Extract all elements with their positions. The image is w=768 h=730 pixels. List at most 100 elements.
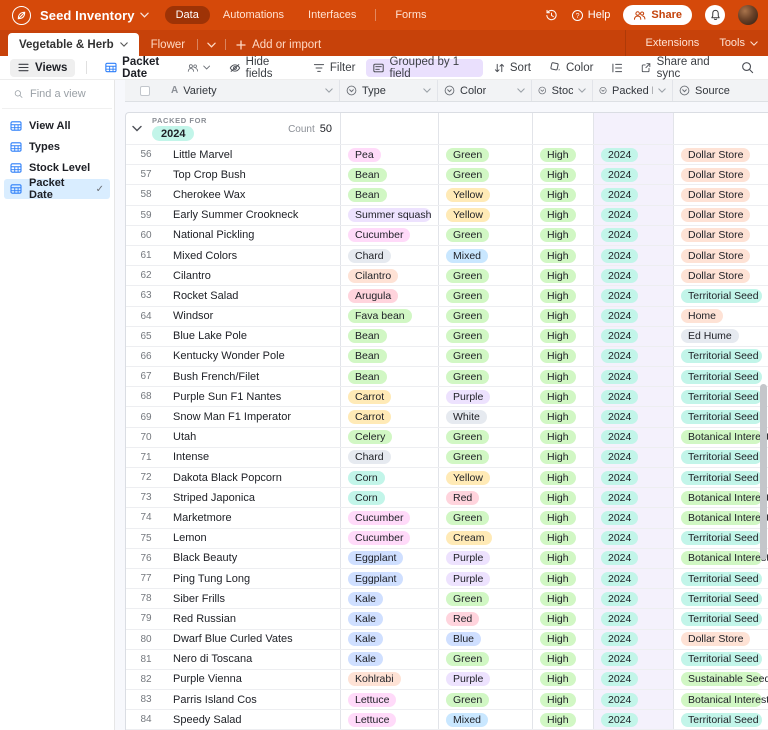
nav-tab-automations[interactable]: Automations	[212, 6, 295, 24]
row-number[interactable]: 82	[126, 670, 166, 689]
source-cell[interactable]: Dollar Store	[673, 630, 768, 649]
packed-for-cell[interactable]: 2024	[593, 488, 673, 507]
packed-for-cell[interactable]: 2024	[593, 650, 673, 669]
share-and-sync-button[interactable]: Share and sync	[634, 59, 737, 77]
variety-cell[interactable]: Purple Sun F1 Nantes	[166, 387, 340, 406]
row-number[interactable]: 59	[126, 206, 166, 225]
table-tab-flower[interactable]: Flower	[139, 33, 198, 56]
stock-cell[interactable]: High	[532, 448, 593, 467]
stock-cell[interactable]: High	[532, 428, 593, 447]
column-chevron-down-icon[interactable]	[578, 88, 586, 93]
color-cell[interactable]: Red	[438, 488, 532, 507]
source-cell[interactable]: Botanical Interests	[673, 428, 768, 447]
variety-cell[interactable]: Dwarf Blue Curled Vates	[166, 630, 340, 649]
packed-for-cell[interactable]: 2024	[593, 407, 673, 426]
table-row[interactable]: 76Black BeautyEggplantPurpleHigh2024Bota…	[126, 549, 768, 569]
row-number[interactable]: 58	[126, 185, 166, 204]
color-cell[interactable]: Green	[438, 367, 532, 386]
packed-for-cell[interactable]: 2024	[593, 185, 673, 204]
packed-for-cell[interactable]: 2024	[593, 609, 673, 628]
source-cell[interactable]: Botanical Interests	[673, 488, 768, 507]
packed-for-cell[interactable]: 2024	[593, 690, 673, 709]
source-cell[interactable]: Botanical Interests	[673, 690, 768, 709]
source-cell[interactable]: Botanical Interests	[673, 549, 768, 568]
packed-for-cell[interactable]: 2024	[593, 266, 673, 285]
variety-cell[interactable]: Rocket Salad	[166, 286, 340, 305]
color-cell[interactable]: Green	[438, 286, 532, 305]
variety-cell[interactable]: Marketmore	[166, 508, 340, 527]
table-row[interactable]: 66Kentucky Wonder PoleBeanGreenHigh2024T…	[126, 347, 768, 367]
nav-tab-data[interactable]: Data	[165, 6, 210, 24]
color-cell[interactable]: Green	[438, 226, 532, 245]
packed-for-cell[interactable]: 2024	[593, 630, 673, 649]
stock-cell[interactable]: High	[532, 589, 593, 608]
row-number[interactable]: 62	[126, 266, 166, 285]
variety-cell[interactable]: Little Marvel	[166, 145, 340, 164]
row-number[interactable]: 65	[126, 327, 166, 346]
variety-cell[interactable]: Purple Vienna	[166, 670, 340, 689]
sort-button[interactable]: Sort	[487, 59, 538, 77]
sidebar-item-stock-level[interactable]: Stock Level	[4, 158, 110, 178]
type-cell[interactable]: Kale	[340, 630, 438, 649]
source-cell[interactable]: Territorial Seed	[673, 448, 768, 467]
variety-cell[interactable]: Windsor	[166, 307, 340, 326]
column-header-packed-for[interactable]: Packed For	[592, 80, 672, 101]
row-number[interactable]: 80	[126, 630, 166, 649]
nav-tab-interfaces[interactable]: Interfaces	[297, 6, 367, 24]
history-icon[interactable]	[545, 9, 558, 22]
source-cell[interactable]: Territorial Seed	[673, 650, 768, 669]
stock-cell[interactable]: High	[532, 387, 593, 406]
table-row[interactable]: 72Dakota Black PopcornCornYellowHigh2024…	[126, 468, 768, 488]
type-cell[interactable]: Kale	[340, 589, 438, 608]
column-chevron-down-icon[interactable]	[423, 88, 431, 93]
stock-cell[interactable]: High	[532, 347, 593, 366]
packed-for-cell[interactable]: 2024	[593, 145, 673, 164]
type-cell[interactable]: Eggplant	[340, 569, 438, 588]
stock-cell[interactable]: High	[532, 549, 593, 568]
column-chevron-down-icon[interactable]	[325, 88, 333, 93]
select-all-checkbox[interactable]	[140, 86, 150, 96]
variety-cell[interactable]: Cherokee Wax	[166, 185, 340, 204]
table-list-chevron-down-icon[interactable]	[198, 33, 225, 56]
column-chevron-down-icon[interactable]	[658, 88, 666, 93]
color-cell[interactable]: Mixed	[438, 710, 532, 729]
stock-cell[interactable]: High	[532, 569, 593, 588]
variety-cell[interactable]: Utah	[166, 428, 340, 447]
packed-for-cell[interactable]: 2024	[593, 327, 673, 346]
source-cell[interactable]: Home	[673, 307, 768, 326]
search-records-icon[interactable]	[741, 61, 758, 74]
row-number[interactable]: 66	[126, 347, 166, 366]
variety-cell[interactable]: Kentucky Wonder Pole	[166, 347, 340, 366]
variety-cell[interactable]: Mixed Colors	[166, 246, 340, 265]
color-cell[interactable]: Green	[438, 266, 532, 285]
packed-for-cell[interactable]: 2024	[593, 468, 673, 487]
row-number[interactable]: 75	[126, 529, 166, 548]
table-row[interactable]: 57Top Crop BushBeanGreenHigh2024Dollar S…	[126, 165, 768, 185]
nav-tab-forms[interactable]: Forms	[384, 6, 437, 24]
table-row[interactable]: 71IntenseChardGreenHigh2024Territorial S…	[126, 448, 768, 468]
stock-cell[interactable]: High	[532, 670, 593, 689]
source-cell[interactable]: Dollar Store	[673, 206, 768, 225]
packed-for-cell[interactable]: 2024	[593, 165, 673, 184]
table-tab-vegetable-herb[interactable]: Vegetable & Herb	[8, 33, 139, 56]
variety-cell[interactable]: National Pickling	[166, 226, 340, 245]
variety-cell[interactable]: Striped Japonica	[166, 488, 340, 507]
type-cell[interactable]: Fava bean	[340, 307, 438, 326]
color-cell[interactable]: Green	[438, 347, 532, 366]
sidebar-item-types[interactable]: Types	[4, 137, 110, 157]
row-number[interactable]: 76	[126, 549, 166, 568]
packed-for-cell[interactable]: 2024	[593, 670, 673, 689]
variety-cell[interactable]: Red Russian	[166, 609, 340, 628]
type-cell[interactable]: Arugula	[340, 286, 438, 305]
color-cell[interactable]: Mixed	[438, 246, 532, 265]
row-number[interactable]: 79	[126, 609, 166, 628]
packed-for-cell[interactable]: 2024	[593, 367, 673, 386]
extensions-button[interactable]: Extensions	[636, 30, 710, 56]
packed-for-cell[interactable]: 2024	[593, 347, 673, 366]
stock-cell[interactable]: High	[532, 650, 593, 669]
column-header-stock[interactable]: Stock	[531, 80, 592, 101]
color-cell[interactable]: Green	[438, 327, 532, 346]
table-row[interactable]: 56Little MarvelPeaGreenHigh2024Dollar St…	[126, 145, 768, 165]
source-cell[interactable]: Territorial Seed	[673, 710, 768, 729]
row-height-button[interactable]	[604, 59, 630, 77]
